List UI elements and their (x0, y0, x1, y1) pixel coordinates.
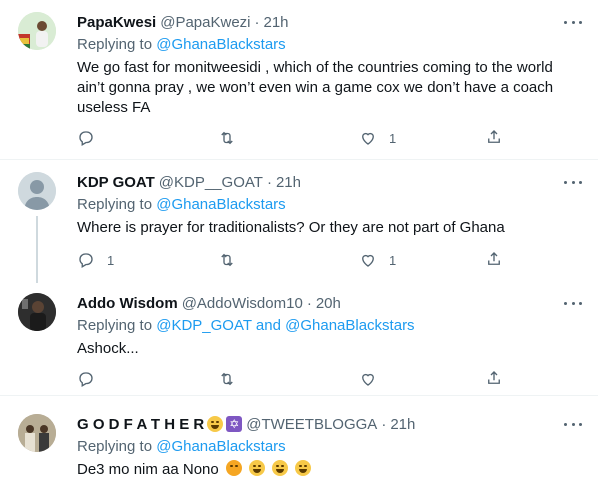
avatar[interactable] (18, 414, 56, 452)
more-icon[interactable] (564, 14, 582, 30)
tweet-text: Where is prayer for traditionalists? Or … (77, 219, 505, 236)
share-icon (488, 252, 500, 265)
tears-of-joy-icon (295, 460, 312, 476)
timestamp[interactable]: 21h (390, 416, 415, 433)
tweet-kdp-goat[interactable]: KDP GOAT @KDP__GOAT · 21h Replying to @G… (0, 160, 598, 283)
tweet-body: De3 mo nim aa Nono (77, 460, 584, 480)
author-handle[interactable]: @AddoWisdom10 (182, 295, 303, 312)
replying-to: Replying to @GhanaBlackstars (77, 195, 584, 215)
replying-to: Replying to @GhanaBlackstars (77, 35, 584, 55)
like-icon (362, 373, 374, 386)
author-handle[interactable]: @KDP__GOAT (159, 174, 263, 191)
separator: · (266, 173, 272, 191)
replying-prefix: Replying to (77, 196, 153, 213)
tears-of-joy-icon (272, 460, 289, 476)
replying-prefix: Replying to (77, 36, 153, 53)
tears-of-joy-icon (249, 460, 266, 476)
like-icon (362, 254, 374, 267)
like-icon (362, 132, 374, 145)
like-count: 1 (389, 130, 397, 146)
more-icon[interactable] (564, 174, 582, 190)
like-button[interactable]: 1 (359, 128, 500, 148)
more-icon[interactable] (564, 416, 582, 432)
retweet-button[interactable] (218, 369, 359, 389)
tweet-godfather[interactable]: G O D F A T H E R ✡ @TWEETBLOGGA · 21h R… (0, 396, 598, 484)
grinning-face-icon (207, 416, 224, 432)
reply-count: 1 (107, 252, 115, 268)
separator: · (306, 294, 312, 312)
author-name[interactable]: G O D F A T H E R (77, 416, 204, 433)
tweet-text: Ashock... (77, 340, 139, 357)
reply-icon (79, 253, 93, 268)
reply-icon (79, 131, 93, 146)
tweet-header: G O D F A T H E R ✡ @TWEETBLOGGA · 21h (77, 414, 584, 434)
steam-face-icon (225, 460, 242, 476)
share-button[interactable] (485, 128, 598, 146)
replying-to-link[interactable]: @KDP_GOAT and @GhanaBlackstars (156, 317, 414, 334)
like-count: 1 (389, 252, 397, 268)
replying-prefix: Replying to (77, 317, 153, 334)
tweet-text: We go fast for monitweesidi , which of t… (77, 59, 554, 116)
timestamp[interactable]: 21h (264, 14, 289, 31)
replying-to-link[interactable]: @GhanaBlackstars (156, 438, 285, 455)
replying-to: Replying to @GhanaBlackstars (77, 437, 584, 457)
timestamp[interactable]: 21h (276, 174, 301, 191)
separator: · (381, 415, 387, 433)
tweet-papakwesi[interactable]: PapaKwesi @PapaKwezi · 21h Replying to @… (0, 0, 598, 160)
replying-to-link[interactable]: @GhanaBlackstars (156, 36, 285, 53)
share-icon (488, 130, 500, 143)
author-handle[interactable]: @TWEETBLOGGA (246, 416, 377, 433)
like-button[interactable] (359, 369, 500, 389)
reply-button[interactable]: 1 (77, 250, 218, 270)
avatar-image (18, 293, 56, 331)
avatar-image (18, 414, 56, 452)
replying-prefix: Replying to (77, 438, 153, 455)
like-button[interactable]: 1 (359, 250, 500, 270)
retweet-icon (221, 131, 233, 145)
reply-icon (79, 372, 93, 387)
author-name[interactable]: PapaKwesi (77, 14, 156, 31)
avatar-image (18, 12, 56, 50)
reply-button[interactable] (77, 128, 218, 148)
share-icon (488, 371, 500, 384)
author-name[interactable]: KDP GOAT (77, 174, 155, 191)
tweet-text: De3 mo nim aa Nono (77, 461, 219, 478)
more-icon[interactable] (564, 295, 582, 311)
tweet-header: KDP GOAT @KDP__GOAT · 21h (77, 172, 584, 192)
avatar[interactable] (18, 293, 56, 331)
retweet-icon (221, 372, 233, 386)
retweet-button[interactable] (218, 250, 359, 270)
retweet-icon (221, 253, 233, 267)
default-avatar-icon (18, 172, 56, 210)
retweet-button[interactable] (218, 128, 359, 148)
separator: · (254, 13, 260, 31)
share-button[interactable] (485, 369, 598, 387)
author-name[interactable]: Addo Wisdom (77, 295, 178, 312)
avatar[interactable] (18, 172, 56, 210)
replying-to-link[interactable]: @GhanaBlackstars (156, 196, 285, 213)
replying-to: Replying to @KDP_GOAT and @GhanaBlacksta… (77, 316, 584, 336)
star-of-david-icon: ✡ (226, 416, 243, 432)
tweet-header: Addo Wisdom @AddoWisdom10 · 20h (77, 293, 584, 313)
tweet-addo-wisdom[interactable]: Addo Wisdom @AddoWisdom10 · 20h Replying… (0, 283, 598, 396)
thread-line (36, 216, 38, 283)
tweet-header: PapaKwesi @PapaKwezi · 21h (77, 12, 584, 32)
author-handle[interactable]: @PapaKwezi (160, 14, 250, 31)
reply-button[interactable] (77, 369, 218, 389)
share-button[interactable] (485, 250, 598, 268)
timestamp[interactable]: 20h (316, 295, 341, 312)
avatar[interactable] (18, 12, 56, 50)
